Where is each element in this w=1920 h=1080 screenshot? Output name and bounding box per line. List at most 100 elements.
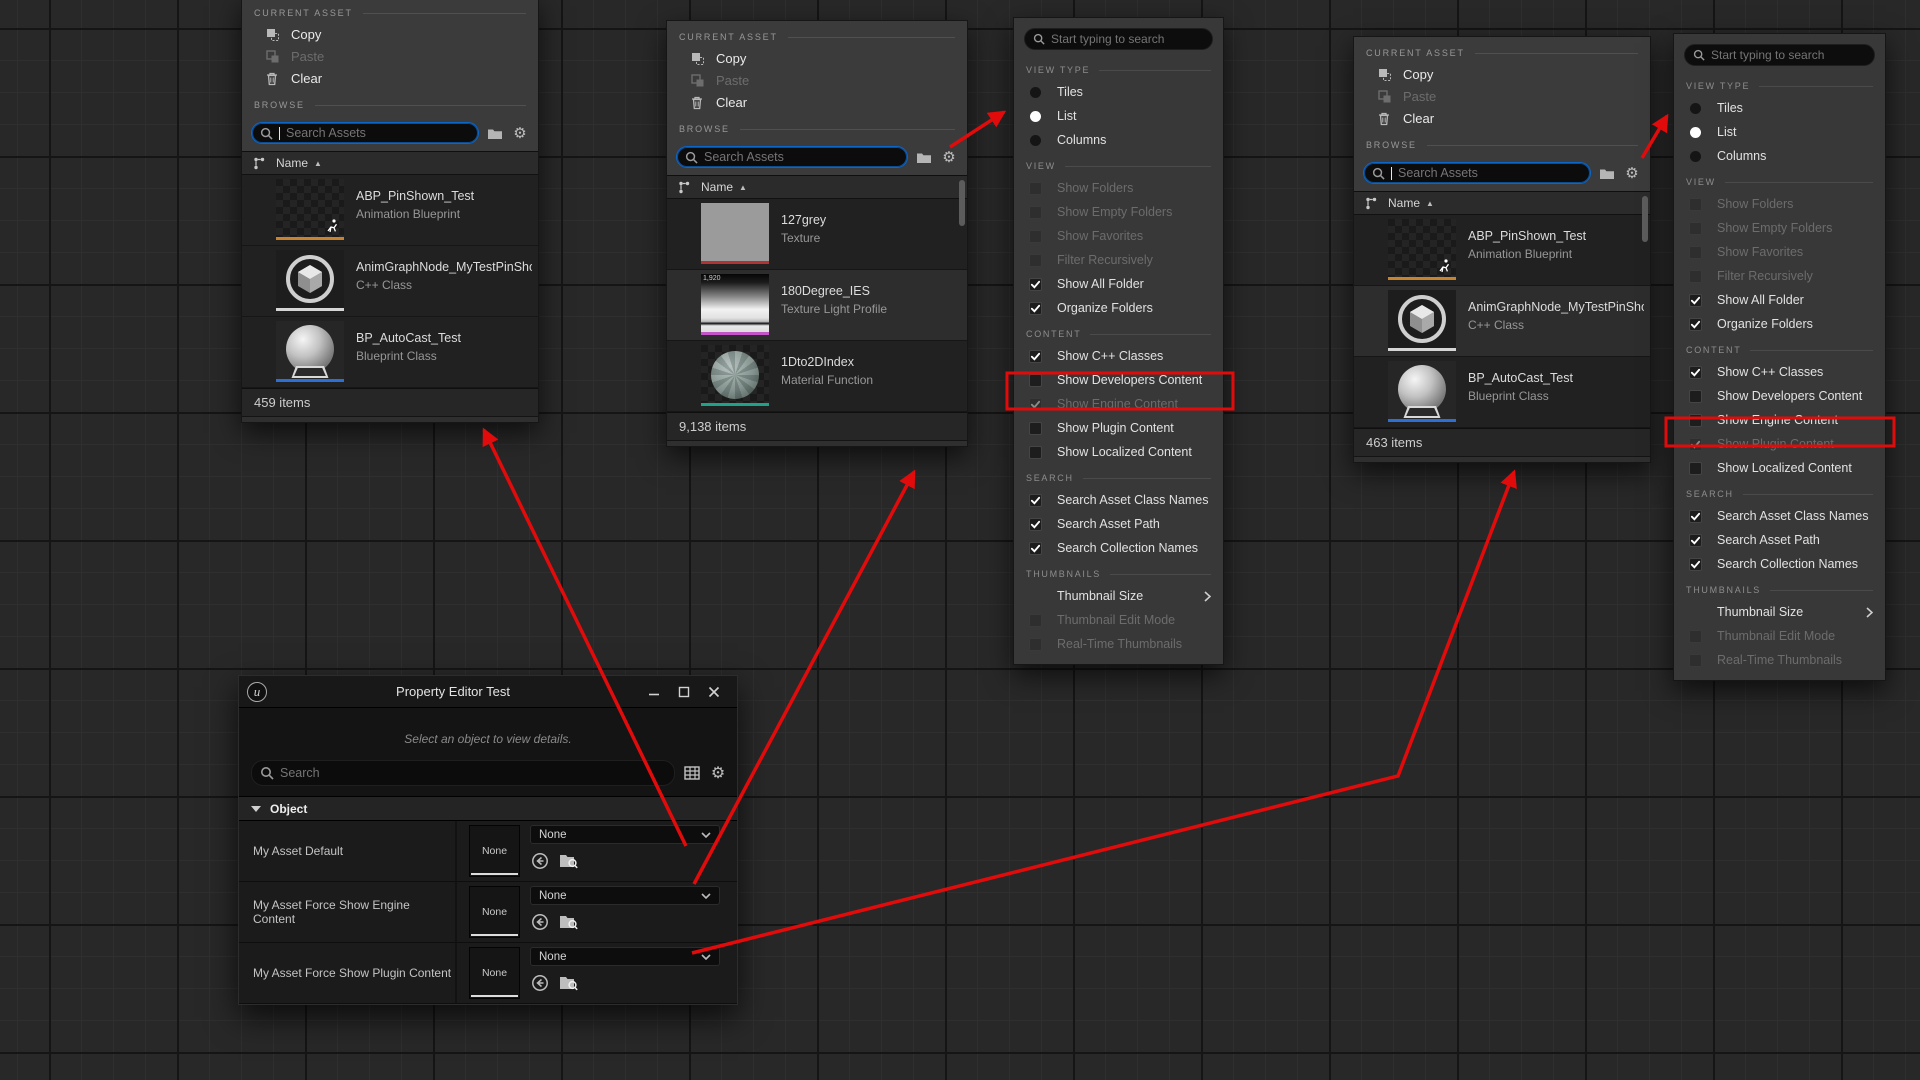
- search-icon: [260, 766, 274, 780]
- copy-menu-item[interactable]: Copy: [667, 47, 967, 69]
- pick-path-folder-button[interactable]: [1598, 164, 1616, 182]
- asset-color-underline: [701, 332, 769, 335]
- menu-item-show-localized-content[interactable]: Show Localized Content: [1674, 456, 1885, 480]
- paste-menu-item[interactable]: Paste: [1354, 85, 1650, 107]
- menu-search-input[interactable]: Start typing to search: [1684, 44, 1875, 66]
- clear-menu-item[interactable]: Clear: [242, 67, 538, 89]
- menu-item-search-asset-class-names[interactable]: Search Asset Class Names: [1014, 488, 1223, 512]
- view-options-menu-2: Start typing to search VIEW TYPE Tiles L…: [1673, 33, 1886, 681]
- menu-item-search-asset-path[interactable]: Search Asset Path: [1674, 528, 1885, 552]
- pick-path-folder-button[interactable]: [915, 148, 933, 166]
- maximize-button[interactable]: [669, 681, 699, 703]
- asset-row[interactable]: AnimGraphNode_MyTestPinShowC++ Class: [1354, 286, 1650, 357]
- menu-item-show-localized-content[interactable]: Show Localized Content: [1014, 440, 1223, 464]
- search-assets-input[interactable]: Search Assets: [1363, 162, 1591, 184]
- clear-menu-item[interactable]: Clear: [667, 91, 967, 113]
- window-title-bar[interactable]: u Property Editor Test: [239, 676, 737, 708]
- menu-item-show-plugin-content[interactable]: Show Plugin Content: [1014, 416, 1223, 440]
- revision-control-column-icon[interactable]: [242, 156, 276, 171]
- asset-thumbnail-button[interactable]: None: [469, 886, 520, 938]
- menu-item-show-cpp-classes[interactable]: Show C++ Classes: [1674, 360, 1885, 384]
- copy-menu-item[interactable]: Copy: [1354, 63, 1650, 85]
- asset-combo-box[interactable]: None: [530, 947, 720, 966]
- menu-item-thumbnail-size[interactable]: Thumbnail Size: [1014, 584, 1223, 608]
- detail-view-options-gear-icon[interactable]: ⚙: [709, 764, 727, 782]
- asset-combo-box[interactable]: None: [530, 886, 720, 905]
- asset-thumbnail-light-profile: 1,920: [701, 274, 769, 335]
- view-options-gear-button[interactable]: ⚙: [1623, 164, 1641, 182]
- checkbox-icon: [1029, 374, 1042, 387]
- property-row: My Asset Force Show Engine Content None …: [239, 882, 737, 943]
- asset-row[interactable]: BP_AutoCast_TestBlueprint Class: [1354, 357, 1650, 428]
- menu-item-tiles[interactable]: Tiles: [1014, 80, 1223, 104]
- paste-menu-item[interactable]: Paste: [667, 69, 967, 91]
- checkbox-icon: [1029, 230, 1042, 243]
- menu-item-show-developers-content[interactable]: Show Developers Content: [1014, 368, 1223, 392]
- asset-row[interactable]: ABP_PinShown_TestAnimation Blueprint: [242, 175, 538, 246]
- menu-item-list[interactable]: List: [1674, 120, 1885, 144]
- menu-item-show-engine-content[interactable]: Show Engine Content: [1674, 408, 1885, 432]
- search-section-label: SEARCH: [1014, 464, 1223, 488]
- asset-row[interactable]: AnimGraphNode_MyTestPinShowC++ Class: [242, 246, 538, 317]
- asset-row[interactable]: 127greyTexture: [667, 199, 967, 270]
- use-selected-asset-icon[interactable]: [530, 851, 549, 870]
- revision-control-column-icon[interactable]: [667, 180, 701, 195]
- menu-item-thumbnail-size[interactable]: Thumbnail Size: [1674, 600, 1885, 624]
- property-label: My Asset Default: [239, 821, 457, 881]
- details-search-input[interactable]: Search: [251, 760, 675, 786]
- name-column-header[interactable]: Name▲: [701, 180, 747, 194]
- radio-icon: [1690, 103, 1701, 114]
- property-matrix-icon[interactable]: [683, 764, 701, 782]
- menu-item-search-collection-names[interactable]: Search Collection Names: [1674, 552, 1885, 576]
- asset-thumbnail-button[interactable]: None: [469, 947, 520, 999]
- view-options-gear-button[interactable]: ⚙: [940, 148, 958, 166]
- minimize-button[interactable]: [639, 681, 669, 703]
- checkbox-checked-icon: [1689, 318, 1702, 331]
- search-assets-input[interactable]: Search Assets: [251, 122, 479, 144]
- search-assets-input[interactable]: Search Assets: [676, 146, 908, 168]
- asset-thumbnail-button[interactable]: None: [469, 825, 520, 877]
- menu-item-list[interactable]: List: [1014, 104, 1223, 128]
- object-category-header[interactable]: Object: [239, 796, 737, 821]
- menu-item-show-developers-content[interactable]: Show Developers Content: [1674, 384, 1885, 408]
- copy-menu-item[interactable]: Copy: [242, 23, 538, 45]
- texture-resolution-overlay: 1,920: [703, 275, 721, 282]
- use-selected-asset-icon[interactable]: [530, 912, 549, 931]
- asset-combo-box[interactable]: None: [530, 825, 720, 844]
- checkbox-checked-icon: [1029, 542, 1042, 555]
- asset-row[interactable]: ABP_PinShown_TestAnimation Blueprint: [1354, 215, 1650, 286]
- browse-to-asset-icon[interactable]: [559, 973, 578, 992]
- menu-item-show-cpp-classes[interactable]: Show C++ Classes: [1014, 344, 1223, 368]
- menu-item-organize-folders[interactable]: Organize Folders: [1674, 312, 1885, 336]
- browse-to-asset-icon[interactable]: [559, 912, 578, 931]
- menu-item-columns[interactable]: Columns: [1014, 128, 1223, 152]
- name-column-header[interactable]: Name▲: [276, 156, 322, 170]
- trash-icon: [1376, 110, 1392, 126]
- menu-item-search-asset-path[interactable]: Search Asset Path: [1014, 512, 1223, 536]
- use-selected-asset-icon[interactable]: [530, 973, 549, 992]
- clear-menu-item[interactable]: Clear: [1354, 107, 1650, 129]
- list-scrollbar[interactable]: [959, 180, 965, 226]
- menu-item-columns[interactable]: Columns: [1674, 144, 1885, 168]
- search-icon: [685, 151, 698, 164]
- menu-item-organize-folders[interactable]: Organize Folders: [1014, 296, 1223, 320]
- paste-menu-item[interactable]: Paste: [242, 45, 538, 67]
- browse-to-asset-icon[interactable]: [559, 851, 578, 870]
- pick-path-folder-button[interactable]: [486, 124, 504, 142]
- name-column-header[interactable]: Name▲: [1388, 196, 1434, 210]
- asset-row[interactable]: BP_AutoCast_TestBlueprint Class: [242, 317, 538, 388]
- menu-item-show-all-folder[interactable]: Show All Folder: [1674, 288, 1885, 312]
- combo-chevron-icon: [701, 954, 711, 960]
- menu-item-tiles[interactable]: Tiles: [1674, 96, 1885, 120]
- menu-item-show-all-folder[interactable]: Show All Folder: [1014, 272, 1223, 296]
- asset-color-underline: [1388, 277, 1456, 280]
- menu-search-input[interactable]: Start typing to search: [1024, 28, 1213, 50]
- asset-row[interactable]: 1,920 180Degree_IESTexture Light Profile: [667, 270, 967, 341]
- view-options-gear-button[interactable]: ⚙: [511, 124, 529, 142]
- revision-control-column-icon[interactable]: [1354, 196, 1388, 211]
- close-button[interactable]: [699, 681, 729, 703]
- list-scrollbar[interactable]: [1642, 196, 1648, 242]
- asset-row[interactable]: 1Dto2DIndexMaterial Function: [667, 341, 967, 412]
- menu-item-search-collection-names[interactable]: Search Collection Names: [1014, 536, 1223, 560]
- menu-item-search-asset-class-names[interactable]: Search Asset Class Names: [1674, 504, 1885, 528]
